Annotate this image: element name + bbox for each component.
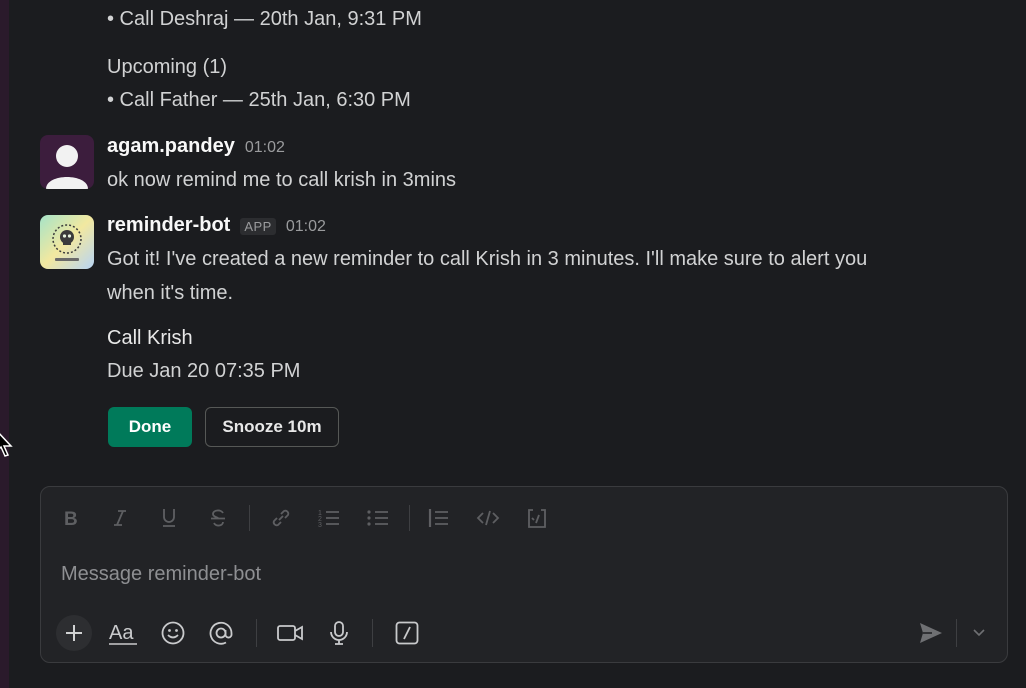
- done-button[interactable]: Done: [108, 407, 192, 447]
- code-icon[interactable]: [472, 501, 504, 535]
- bot-avatar[interactable]: [40, 215, 94, 269]
- blockquote-icon[interactable]: [423, 501, 455, 535]
- reminder-list-item: • Call Father — 25th Jan, 6:30 PM: [107, 89, 411, 111]
- microphone-icon[interactable]: [321, 615, 357, 651]
- sidebar-edge: [0, 0, 9, 688]
- formatting-toolbar: B 123: [41, 501, 1007, 535]
- plus-icon[interactable]: [56, 615, 92, 651]
- message-composer: B 123 Message reminder-bot Aa: [40, 486, 1008, 663]
- reminder-title: Call Krish: [107, 327, 193, 349]
- ordered-list-icon[interactable]: 123: [313, 501, 345, 535]
- timestamp[interactable]: 01:02: [286, 218, 326, 236]
- toolbar-divider: [249, 505, 250, 531]
- underline-icon[interactable]: [153, 501, 185, 535]
- sender-name[interactable]: agam.pandey: [107, 135, 235, 158]
- bot-logo-icon: [52, 224, 82, 261]
- svg-text:B: B: [64, 509, 78, 528]
- message-header: reminder-bot APP 01:02: [107, 214, 326, 237]
- code-block-icon[interactable]: [521, 501, 553, 535]
- composer-actions: Aa: [41, 611, 1007, 655]
- text-format-icon[interactable]: Aa: [105, 615, 141, 651]
- user-avatar-icon: [46, 145, 88, 189]
- message-input[interactable]: Message reminder-bot: [61, 563, 261, 586]
- strikethrough-icon[interactable]: [202, 501, 234, 535]
- emoji-icon[interactable]: [155, 615, 191, 651]
- message-text-line: Got it! I've created a new reminder to c…: [107, 248, 868, 270]
- avatar[interactable]: [40, 135, 94, 189]
- mention-icon[interactable]: [203, 615, 239, 651]
- send-icon[interactable]: [913, 615, 949, 651]
- mouse-cursor-icon: [0, 433, 13, 457]
- reminder-list-item: • Call Deshraj — 20th Jan, 9:31 PM: [107, 8, 422, 30]
- reminder-due: Due Jan 20 07:35 PM: [107, 360, 301, 382]
- message-header: agam.pandey 01:02: [107, 135, 285, 158]
- bold-icon[interactable]: B: [55, 501, 87, 535]
- svg-text:3: 3: [318, 522, 322, 529]
- bulleted-list-icon[interactable]: [362, 501, 394, 535]
- italic-icon[interactable]: [104, 501, 136, 535]
- upcoming-heading: Upcoming (1): [107, 56, 228, 78]
- link-icon[interactable]: [265, 501, 297, 535]
- timestamp[interactable]: 01:02: [245, 139, 285, 157]
- svg-text:Aa: Aa: [109, 622, 134, 644]
- toolbar-divider: [372, 619, 373, 647]
- toolbar-divider: [956, 619, 957, 647]
- snooze-button[interactable]: Snooze 10m: [205, 407, 339, 447]
- message-text-line: when it's time.: [107, 282, 234, 304]
- app-badge: APP: [240, 218, 276, 235]
- chevron-down-icon[interactable]: [961, 615, 997, 651]
- toolbar-divider: [409, 505, 410, 531]
- toolbar-divider: [256, 619, 257, 647]
- shortcuts-icon[interactable]: [389, 615, 425, 651]
- video-icon[interactable]: [272, 615, 308, 651]
- message-text: ok now remind me to call krish in 3mins: [107, 169, 457, 191]
- sender-name[interactable]: reminder-bot: [107, 214, 230, 237]
